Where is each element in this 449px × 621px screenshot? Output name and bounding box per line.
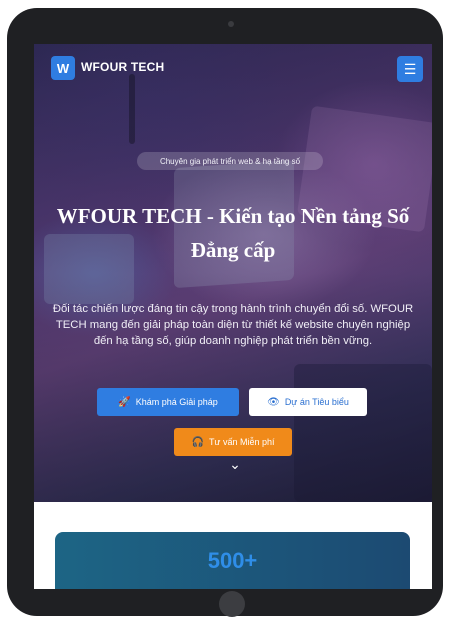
hero-description: Đối tác chiến lược đáng tin cậy trong hà… — [52, 303, 414, 347]
stat-card: 500+ — [55, 532, 410, 589]
headset-icon: 🎧 — [191, 436, 204, 448]
stat-value: 500+ — [207, 548, 258, 573]
eye-icon: 👁 — [267, 396, 280, 408]
hero-title: WFOUR TECH - Kiến tạo Nền tảng Số Đẳng c… — [56, 204, 410, 262]
free-consultation-button[interactable]: 🎧 Tư vấn Miễn phí — [174, 428, 292, 456]
hero-section: W WFOUR TECH ☰ Chuyên gia phát triển web… — [34, 44, 432, 502]
explore-solutions-button[interactable]: 🚀 Khám phá Giải pháp — [97, 388, 239, 416]
menu-button[interactable]: ☰ — [397, 56, 423, 82]
free-consultation-label: Tư vấn Miễn phí — [208, 437, 275, 447]
chevron-down-icon[interactable]: ⌄ — [229, 457, 241, 471]
camera-dot — [228, 21, 234, 27]
home-button[interactable] — [219, 591, 245, 617]
logo[interactable]: W — [51, 56, 75, 80]
brand-name[interactable]: WFOUR TECH — [81, 60, 164, 74]
hamburger-icon: ☰ — [403, 60, 417, 77]
featured-projects-button[interactable]: 👁 Dự án Tiêu biểu — [249, 388, 367, 416]
featured-projects-label: Dự án Tiêu biểu — [284, 397, 349, 407]
navbar: W WFOUR TECH ☰ — [51, 56, 423, 82]
screen: W WFOUR TECH ☰ Chuyên gia phát triển web… — [34, 44, 432, 589]
explore-solutions-label: Khám phá Giải pháp — [135, 397, 218, 407]
rocket-icon: 🚀 — [118, 396, 131, 408]
logo-letter: W — [56, 60, 70, 76]
stats-section: 500+ — [34, 502, 432, 589]
hero-badge: Chuyên gia phát triển web & hạ tầng số — [137, 152, 323, 170]
